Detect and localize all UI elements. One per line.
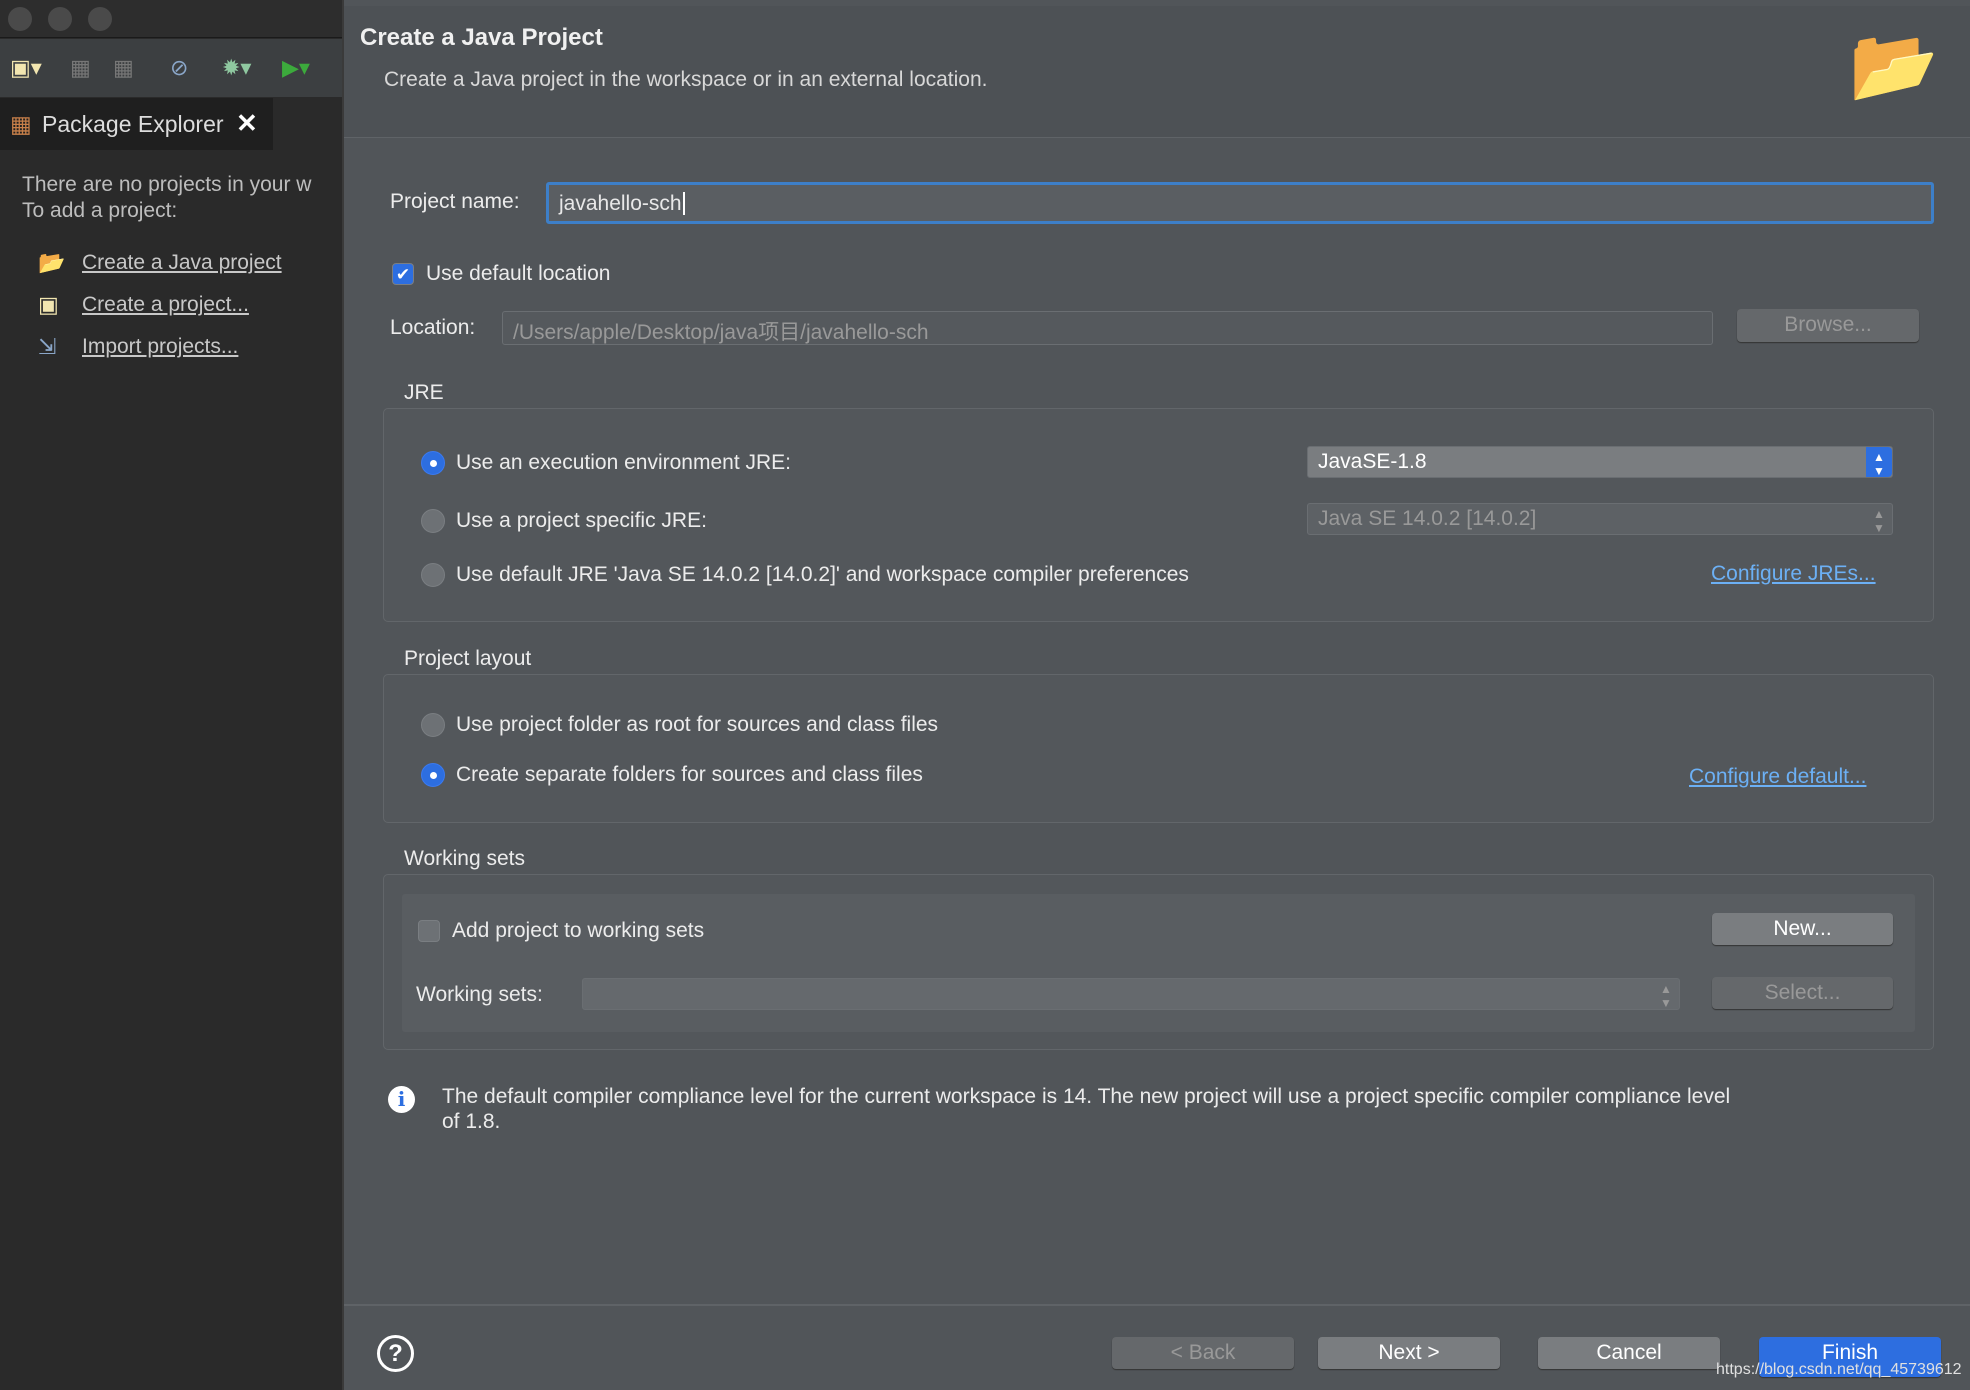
create-project-link[interactable]: Create a project...: [82, 293, 249, 317]
footer-divider: [344, 1304, 1970, 1306]
empty-message-2: To add a project:: [22, 199, 178, 222]
use-default-location-label: Use default location: [426, 262, 611, 285]
chevron-up-down-icon: ▲ ▼: [1873, 507, 1885, 535]
project-layout-label: Project layout: [404, 647, 532, 670]
separate-folders-radio[interactable]: [421, 763, 445, 787]
save-all-icon[interactable]: ▦: [113, 55, 134, 81]
project-name-label: Project name:: [390, 190, 520, 213]
debug-icon[interactable]: ✹▾: [222, 55, 251, 81]
tab-label: Package Explorer: [42, 111, 224, 137]
project-specific-jre-select[interactable]: Java SE 14.0.2 [14.0.2] ▲ ▼: [1307, 503, 1893, 535]
next-button[interactable]: Next >: [1318, 1337, 1500, 1369]
save-icon[interactable]: ▦: [70, 55, 91, 81]
configure-default-link[interactable]: Configure default...: [1689, 765, 1866, 789]
search-icon[interactable]: ⊘: [170, 55, 188, 81]
select-working-sets-button[interactable]: Select...: [1712, 977, 1893, 1009]
close-icon[interactable]: ✕: [236, 108, 258, 139]
execution-environment-value: JavaSE-1.8: [1318, 450, 1427, 473]
toolbar: ▣▾ ▦ ▦ ⊘ ✹▾ ▶▾: [0, 39, 342, 97]
new-wizard-icon[interactable]: ▣▾: [10, 55, 42, 81]
import-projects-link[interactable]: Import projects...: [82, 335, 238, 359]
project-specific-jre-value: Java SE 14.0.2 [14.0.2]: [1318, 507, 1537, 530]
window-titlebar: [0, 0, 342, 38]
project-specific-jre-label: Use a project specific JRE:: [456, 509, 707, 532]
project-folder-root-radio[interactable]: [421, 713, 445, 737]
info-icon: i: [388, 1086, 415, 1113]
working-sets-label: Working sets:: [416, 983, 543, 1006]
execution-environment-select[interactable]: JavaSE-1.8 ▲ ▼: [1307, 446, 1893, 478]
location-input[interactable]: /Users/apple/Desktop/java项目/javahello-sc…: [502, 311, 1713, 345]
project-layout-group: [383, 674, 1934, 823]
default-jre-label: Use default JRE 'Java SE 14.0.2 [14.0.2]…: [456, 563, 1189, 586]
working-sets-panel: [402, 894, 1915, 1032]
new-working-set-button[interactable]: New...: [1712, 913, 1893, 945]
import-icon: ⇲: [38, 334, 57, 359]
java-project-icon: 📂: [38, 250, 66, 275]
add-to-working-sets-checkbox[interactable]: [418, 920, 440, 942]
back-button[interactable]: < Back: [1112, 1337, 1294, 1369]
project-specific-jre-radio[interactable]: [421, 509, 445, 533]
default-jre-radio[interactable]: [421, 563, 445, 587]
separate-folders-label: Create separate folders for sources and …: [456, 763, 923, 786]
tab-package-explorer[interactable]: ▦ Package Explorer ✕: [0, 98, 273, 150]
empty-message: There are no projects in your w: [22, 173, 312, 196]
project-name-input[interactable]: javahello-sch: [546, 182, 1934, 224]
info-message-2: of 1.8.: [442, 1110, 501, 1133]
browse-button[interactable]: Browse...: [1737, 309, 1919, 342]
use-default-location-checkbox[interactable]: ✔: [392, 263, 414, 285]
chevron-up-down-icon: ▲ ▼: [1660, 982, 1672, 1010]
configure-jres-link[interactable]: Configure JREs...: [1711, 562, 1876, 586]
create-java-project-link[interactable]: Create a Java project: [82, 251, 282, 275]
info-message: The default compiler compliance level fo…: [442, 1085, 1731, 1108]
execution-environment-label: Use an execution environment JRE:: [456, 451, 792, 474]
minimize-window-button[interactable]: [48, 7, 72, 31]
location-label: Location:: [390, 316, 476, 339]
dialog-subtitle: Create a Java project in the workspace o…: [384, 68, 988, 91]
help-icon[interactable]: ?: [377, 1335, 414, 1372]
zoom-window-button[interactable]: [88, 7, 112, 31]
project-folder-root-label: Use project folder as root for sources a…: [456, 713, 939, 736]
execution-environment-radio[interactable]: [421, 451, 445, 475]
close-window-button[interactable]: [8, 7, 32, 31]
dialog-title: Create a Java Project: [360, 24, 603, 51]
project-name-value: javahello-sch: [559, 192, 682, 215]
working-sets-group-label: Working sets: [404, 847, 525, 870]
dialog-header: Create a Java Project Create a Java proj…: [344, 6, 1970, 138]
folder-banner-icon: 📂: [1849, 26, 1939, 106]
working-sets-select[interactable]: ▲ ▼: [582, 978, 1680, 1010]
add-to-working-sets-label: Add project to working sets: [452, 919, 705, 942]
run-icon[interactable]: ▶▾: [282, 55, 310, 81]
chevron-up-down-icon: ▲ ▼: [1866, 447, 1892, 478]
package-explorer-icon: ▦: [10, 111, 32, 137]
watermark: https://blog.csdn.net/qq_45739612: [1716, 1361, 1962, 1378]
project-icon: ▣: [38, 292, 59, 317]
cancel-button[interactable]: Cancel: [1538, 1337, 1720, 1369]
jre-group-label: JRE: [404, 381, 444, 404]
